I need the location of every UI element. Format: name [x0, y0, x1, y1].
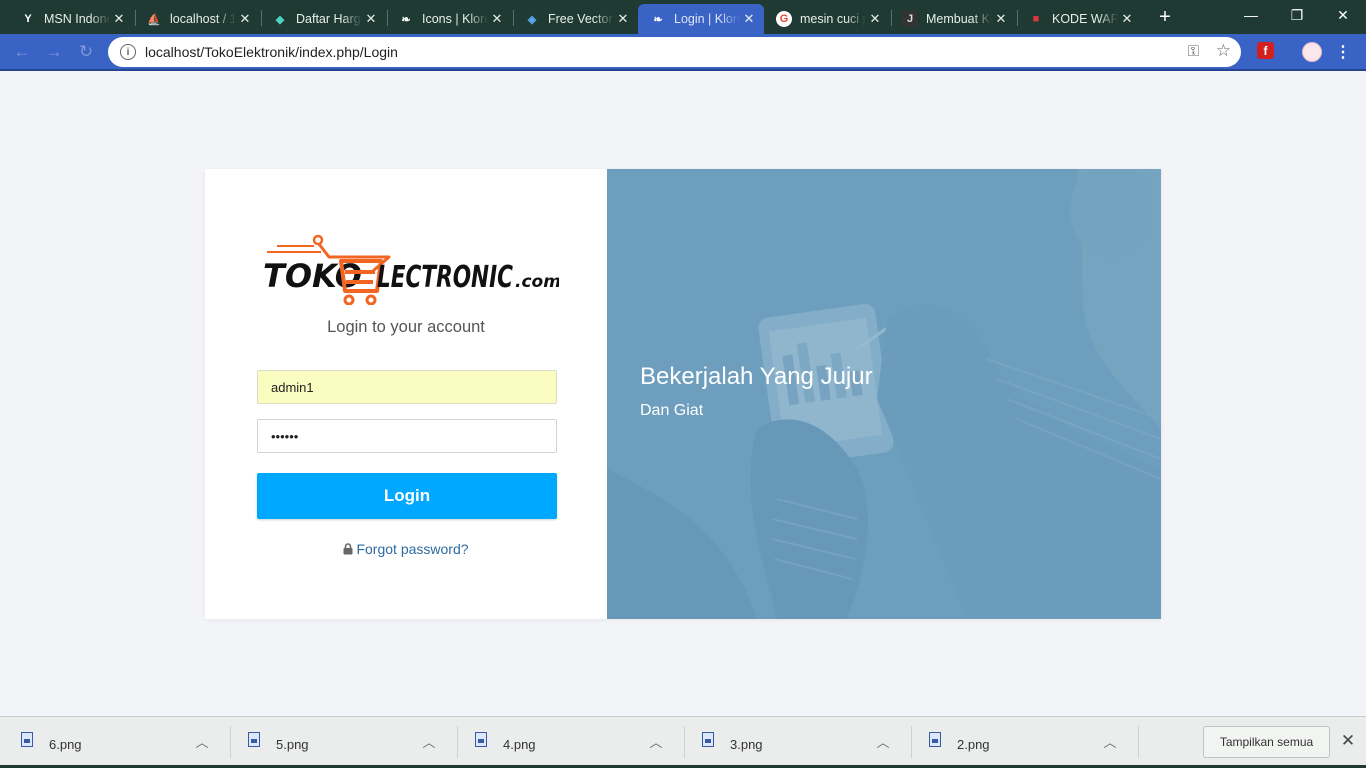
- tokoelectronic-logo: TOKO LECTRONIC .com: [263, 234, 559, 305]
- key-icon[interactable]: ⚿: [1188, 43, 1199, 60]
- hero-panel: Bekerjalah Yang Jujur Dan Giat: [607, 169, 1161, 619]
- tab-close-icon[interactable]: ✕: [614, 11, 632, 27]
- forward-button[interactable]: →: [42, 40, 66, 64]
- back-button[interactable]: ←: [10, 40, 34, 64]
- address-bar[interactable]: i localhost/TokoElektronik/index.php/Log…: [108, 37, 1241, 67]
- tab-title: Membuat Keranjang: [926, 12, 992, 26]
- tab-title: Free Vector: [548, 12, 613, 26]
- site-red-icon: ■: [1032, 13, 1040, 25]
- profile-avatar[interactable]: [1302, 42, 1322, 62]
- image-file-icon: [702, 732, 714, 747]
- tab-membuat-keranjang[interactable]: J Membuat Keranjang ✕: [882, 4, 1016, 34]
- chevron-up-icon[interactable]: ︿: [1104, 735, 1117, 750]
- tab-daftar-harga[interactable]: ◆ Daftar Harga ✕: [252, 4, 386, 34]
- image-file-icon: [475, 732, 487, 747]
- browser-toolbar: ← → ↻ i localhost/TokoElektronik/index.p…: [0, 34, 1366, 71]
- minimize-button[interactable]: —: [1228, 0, 1274, 30]
- tab-login-klorofil[interactable]: ❧ Login | Klorofil ✕: [638, 4, 764, 34]
- tab-title: Daftar Harga: [296, 12, 362, 26]
- image-file-icon: [248, 732, 260, 747]
- chevron-up-icon[interactable]: ︿: [196, 735, 209, 750]
- download-filename: 6.png: [49, 737, 82, 752]
- login-button[interactable]: Login: [257, 473, 557, 519]
- forgot-password-link[interactable]: Forgot password?: [205, 541, 607, 557]
- flash-extension-icon[interactable]: f: [1257, 42, 1274, 59]
- download-filename: 4.png: [503, 737, 536, 752]
- site-icon: J: [902, 11, 918, 27]
- download-divider: [1138, 726, 1139, 758]
- phpmyadmin-icon: ⛵: [147, 13, 161, 26]
- url-text[interactable]: localhost/TokoElektronik/index.php/Login: [145, 44, 398, 60]
- close-shelf-icon[interactable]: ✕: [1339, 731, 1357, 751]
- tab-free-vector[interactable]: ◈ Free Vector ✕: [504, 4, 638, 34]
- image-file-icon: [929, 732, 941, 747]
- show-all-downloads-button[interactable]: Tampilkan semua: [1203, 726, 1330, 758]
- download-item[interactable]: 5.png ︿: [227, 717, 454, 766]
- tab-title: Login | Klorofil: [674, 12, 740, 26]
- logo-cart-handle: [312, 234, 324, 246]
- chevron-up-icon[interactable]: ︿: [877, 735, 890, 750]
- logo-text-lectronic: LECTRONIC: [377, 260, 513, 295]
- tab-close-icon[interactable]: ✕: [1118, 11, 1136, 27]
- tab-title: MSN Indonesia: [44, 12, 110, 26]
- forgot-password-label[interactable]: Forgot password?: [356, 541, 468, 557]
- tab-phpmyadmin[interactable]: ⛵ localhost / 127.0.0.1 ✕: [126, 4, 260, 34]
- logo-text-com: .com: [515, 272, 559, 292]
- tab-google-search[interactable]: G mesin cuci portable ✕: [756, 4, 890, 34]
- browser-tab-strip: Y MSN Indonesia ✕ ⛵ localhost / 127.0.0.…: [0, 0, 1366, 34]
- tab-title: KODE WARNA: [1052, 12, 1118, 26]
- tab-kode-warna[interactable]: ■ KODE WARNA ✕: [1008, 4, 1142, 34]
- leaf-icon: ❧: [653, 13, 663, 26]
- chevron-up-icon[interactable]: ︿: [650, 735, 663, 750]
- tab-icons-klorofil[interactable]: ❧ Icons | Klorofil ✕: [378, 4, 512, 34]
- username-input[interactable]: [257, 370, 557, 404]
- bookmark-star-icon[interactable]: ☆: [1216, 41, 1231, 61]
- download-filename: 2.png: [957, 737, 990, 752]
- image-file-icon: [21, 732, 33, 747]
- reload-button[interactable]: ↻: [74, 40, 98, 64]
- tab-title: Icons | Klorofil: [422, 12, 488, 26]
- lock-icon: [343, 543, 353, 555]
- window-close-button[interactable]: ✕: [1320, 0, 1366, 30]
- download-item[interactable]: 3.png ︿: [681, 717, 908, 766]
- gem-icon: ◈: [527, 13, 537, 26]
- login-card: TOKO LECTRONIC .com Login to your accoun…: [205, 169, 1161, 619]
- browser-menu-icon[interactable]: ⋮: [1335, 41, 1351, 63]
- tab-msn[interactable]: Y MSN Indonesia ✕: [0, 4, 134, 34]
- hero-background-image: [607, 169, 1161, 619]
- diamond-icon: ◆: [275, 13, 285, 26]
- login-subtitle: Login to your account: [327, 318, 485, 336]
- download-item[interactable]: 4.png ︿: [454, 717, 681, 766]
- chevron-up-icon[interactable]: ︿: [423, 735, 436, 750]
- hero-title: Bekerjalah Yang Jujur: [640, 363, 873, 390]
- download-shelf: 6.png ︿ 5.png ︿ 4.png ︿ 3.png ︿ 2.png ︿ …: [0, 716, 1366, 768]
- download-item[interactable]: 2.png ︿: [908, 717, 1135, 766]
- password-input[interactable]: [257, 419, 557, 453]
- msn-icon: Y: [24, 13, 32, 25]
- restore-button[interactable]: ❐: [1274, 0, 1320, 30]
- site-info-icon[interactable]: i: [120, 44, 136, 60]
- tab-title: mesin cuci portable: [800, 12, 866, 26]
- google-icon: G: [776, 11, 792, 27]
- download-item[interactable]: 6.png ︿: [0, 717, 227, 766]
- new-tab-button[interactable]: +: [1154, 4, 1176, 30]
- tab-title: localhost / 127.0.0.1: [170, 12, 236, 26]
- leaf-icon: ❧: [401, 13, 411, 26]
- download-filename: 5.png: [276, 737, 309, 752]
- hero-subtitle: Dan Giat: [640, 402, 704, 419]
- login-panel: TOKO LECTRONIC .com Login to your accoun…: [205, 169, 607, 619]
- download-filename: 3.png: [730, 737, 763, 752]
